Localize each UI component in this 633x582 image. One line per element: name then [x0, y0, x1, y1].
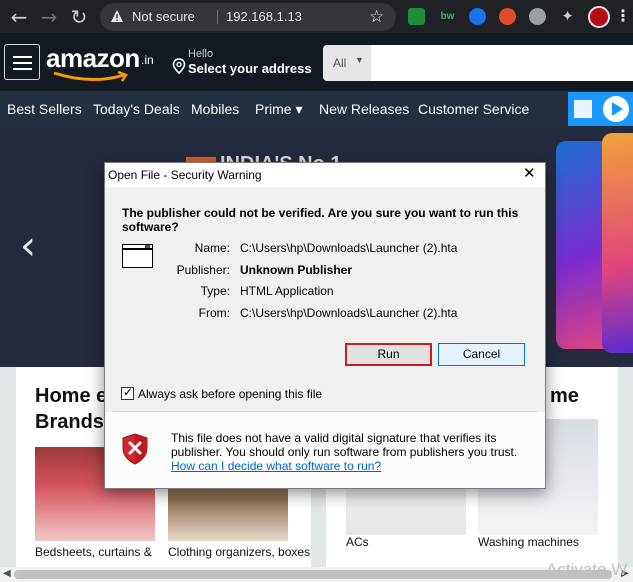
- location-pin-icon[interactable]: [172, 58, 186, 74]
- dialog-title: Open File - Security Warning: [108, 168, 262, 182]
- always-ask-checkbox[interactable]: ✓: [121, 385, 134, 400]
- phone-image-2: [602, 133, 633, 353]
- shield-error-icon: [122, 433, 148, 465]
- prime-video-icon: [574, 96, 629, 122]
- amazon-header: amazon .in Hello Select your address All…: [0, 33, 633, 91]
- prime-video-promo[interactable]: [568, 92, 633, 126]
- extensions-puzzle-icon[interactable]: ✦: [559, 8, 576, 25]
- file-icon: [122, 244, 153, 268]
- type-value: HTML Application: [240, 284, 334, 298]
- close-icon[interactable]: ✕: [523, 164, 536, 182]
- clothing-organizers-label[interactable]: Clothing organizers, boxes: [168, 545, 310, 559]
- search-category-dropdown[interactable]: All ▼: [323, 45, 371, 81]
- publisher-key: Publisher:: [176, 263, 230, 277]
- nav-customer-service[interactable]: Customer Service: [418, 101, 529, 117]
- reload-icon[interactable]: ↻: [67, 5, 91, 29]
- select-address-link[interactable]: Select your address: [188, 61, 312, 76]
- nav-new-releases[interactable]: New Releases: [319, 101, 409, 117]
- search-category-label: All: [333, 56, 347, 70]
- extension-gray-icon[interactable]: [529, 8, 546, 25]
- dialog-footer: This file does not have a valid digital …: [105, 412, 545, 488]
- from-key: From:: [198, 306, 230, 320]
- acs-label[interactable]: ACs: [346, 535, 369, 549]
- hamburger-menu-button[interactable]: [4, 44, 40, 80]
- appliances-card-title: me: [550, 385, 579, 407]
- forward-icon[interactable]: →: [37, 5, 61, 29]
- amazon-logo[interactable]: amazon: [46, 43, 140, 74]
- scrollbar-thumb[interactable]: [14, 570, 612, 579]
- nav-todays-deals[interactable]: Today's Deals: [93, 101, 180, 117]
- scroll-left-icon[interactable]: ◀: [3, 568, 11, 579]
- security-label[interactable]: Not secure: [132, 9, 195, 24]
- type-key: Type:: [200, 284, 230, 298]
- name-key: Name:: [194, 241, 230, 255]
- bedsheets-label[interactable]: Bedsheets, curtains &: [35, 545, 152, 559]
- dialog-question: The publisher could not be verified. Are…: [122, 206, 519, 234]
- menu-icon[interactable]: ⋮: [615, 6, 631, 25]
- nav-prime[interactable]: Prime ▾: [255, 101, 302, 118]
- extension-blue-icon[interactable]: [469, 8, 486, 25]
- browser-toolbar: ← → ↻ Not secure 192.168.1.13 ☆ bw ✦ ⋮: [0, 0, 633, 33]
- star-icon[interactable]: ☆: [369, 7, 384, 27]
- dialog-titlebar[interactable]: Open File - Security Warning ✕: [105, 163, 545, 187]
- amazon-nav-bar: Best Sellers Today's Deals Mobiles Prime…: [0, 91, 633, 127]
- security-warning-dialog: Open File - Security Warning ✕ The publi…: [104, 162, 546, 489]
- extension-bw-icon[interactable]: bw: [439, 8, 456, 25]
- nav-mobiles[interactable]: Mobiles: [191, 101, 239, 117]
- horizontal-scrollbar[interactable]: ◀ ▶: [0, 567, 633, 582]
- address-bar[interactable]: Not secure 192.168.1.13 ☆: [100, 3, 396, 31]
- url-text[interactable]: 192.168.1.13: [226, 9, 302, 24]
- greeting-text[interactable]: Hello: [188, 48, 213, 60]
- publisher-value: Unknown Publisher: [240, 263, 353, 277]
- checkmark-icon: ✓: [123, 385, 134, 399]
- home-card-title-line2: Brands: [35, 411, 104, 433]
- chevron-down-icon: ▼: [355, 55, 364, 65]
- search-input[interactable]: [371, 45, 633, 81]
- name-value: C:\Users\hp\Downloads\Launcher (2).hta: [240, 241, 458, 255]
- omnibox-divider: [217, 10, 218, 24]
- carousel-prev-icon[interactable]: ‹: [20, 223, 36, 269]
- nav-best-sellers[interactable]: Best Sellers: [7, 101, 82, 117]
- always-ask-label[interactable]: Always ask before opening this file: [138, 387, 322, 401]
- warning-text: This file does not have a valid digital …: [171, 431, 518, 459]
- back-icon[interactable]: ←: [7, 5, 31, 29]
- home-card-title: Home e: [35, 385, 108, 407]
- warning-icon[interactable]: [110, 9, 124, 23]
- from-value: C:\Users\hp\Downloads\Launcher (2).hta: [240, 306, 458, 320]
- washing-machines-label[interactable]: Washing machines: [478, 535, 579, 549]
- profile-avatar[interactable]: [588, 6, 610, 28]
- help-link[interactable]: How can I decide what software to run?: [171, 459, 381, 473]
- activate-windows-watermark: Activate W: [546, 560, 628, 579]
- extension-red-icon[interactable]: [499, 8, 516, 25]
- amazon-logo-suffix[interactable]: .in: [141, 53, 154, 67]
- run-button[interactable]: Run: [345, 343, 432, 366]
- amazon-smile-icon: [53, 71, 128, 82]
- cancel-button[interactable]: Cancel: [438, 343, 525, 366]
- extension-sheets-icon[interactable]: [408, 8, 425, 25]
